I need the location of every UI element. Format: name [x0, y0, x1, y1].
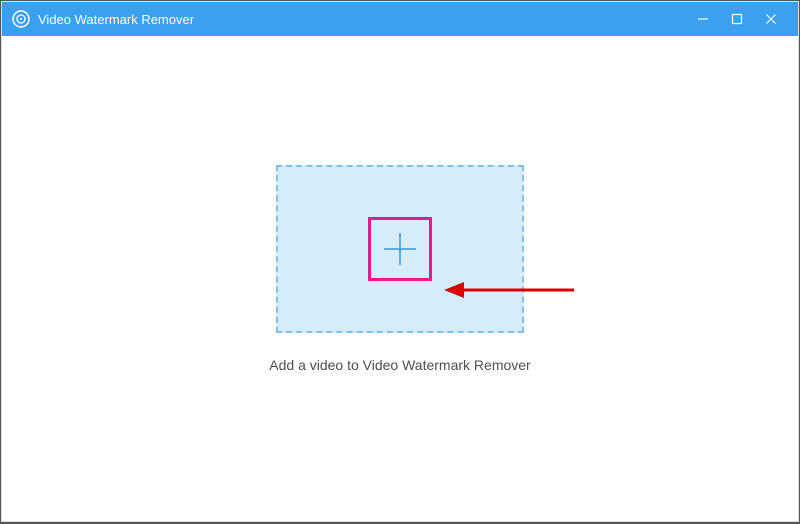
- titlebar: Video Watermark Remover: [2, 2, 798, 36]
- instruction-text: Add a video to Video Watermark Remover: [269, 357, 530, 373]
- main-content: Add a video to Video Watermark Remover: [2, 36, 798, 521]
- close-button[interactable]: [754, 2, 788, 36]
- titlebar-left: Video Watermark Remover: [12, 10, 194, 28]
- plus-icon: [378, 227, 422, 271]
- app-title: Video Watermark Remover: [38, 12, 194, 27]
- add-video-dropzone[interactable]: [276, 165, 524, 333]
- minimize-button[interactable]: [686, 2, 720, 36]
- app-window: Video Watermark Remover: [1, 1, 799, 522]
- maximize-button[interactable]: [720, 2, 754, 36]
- window-controls: [686, 2, 788, 36]
- app-logo-icon: [12, 10, 30, 28]
- plus-highlight-box: [368, 217, 432, 281]
